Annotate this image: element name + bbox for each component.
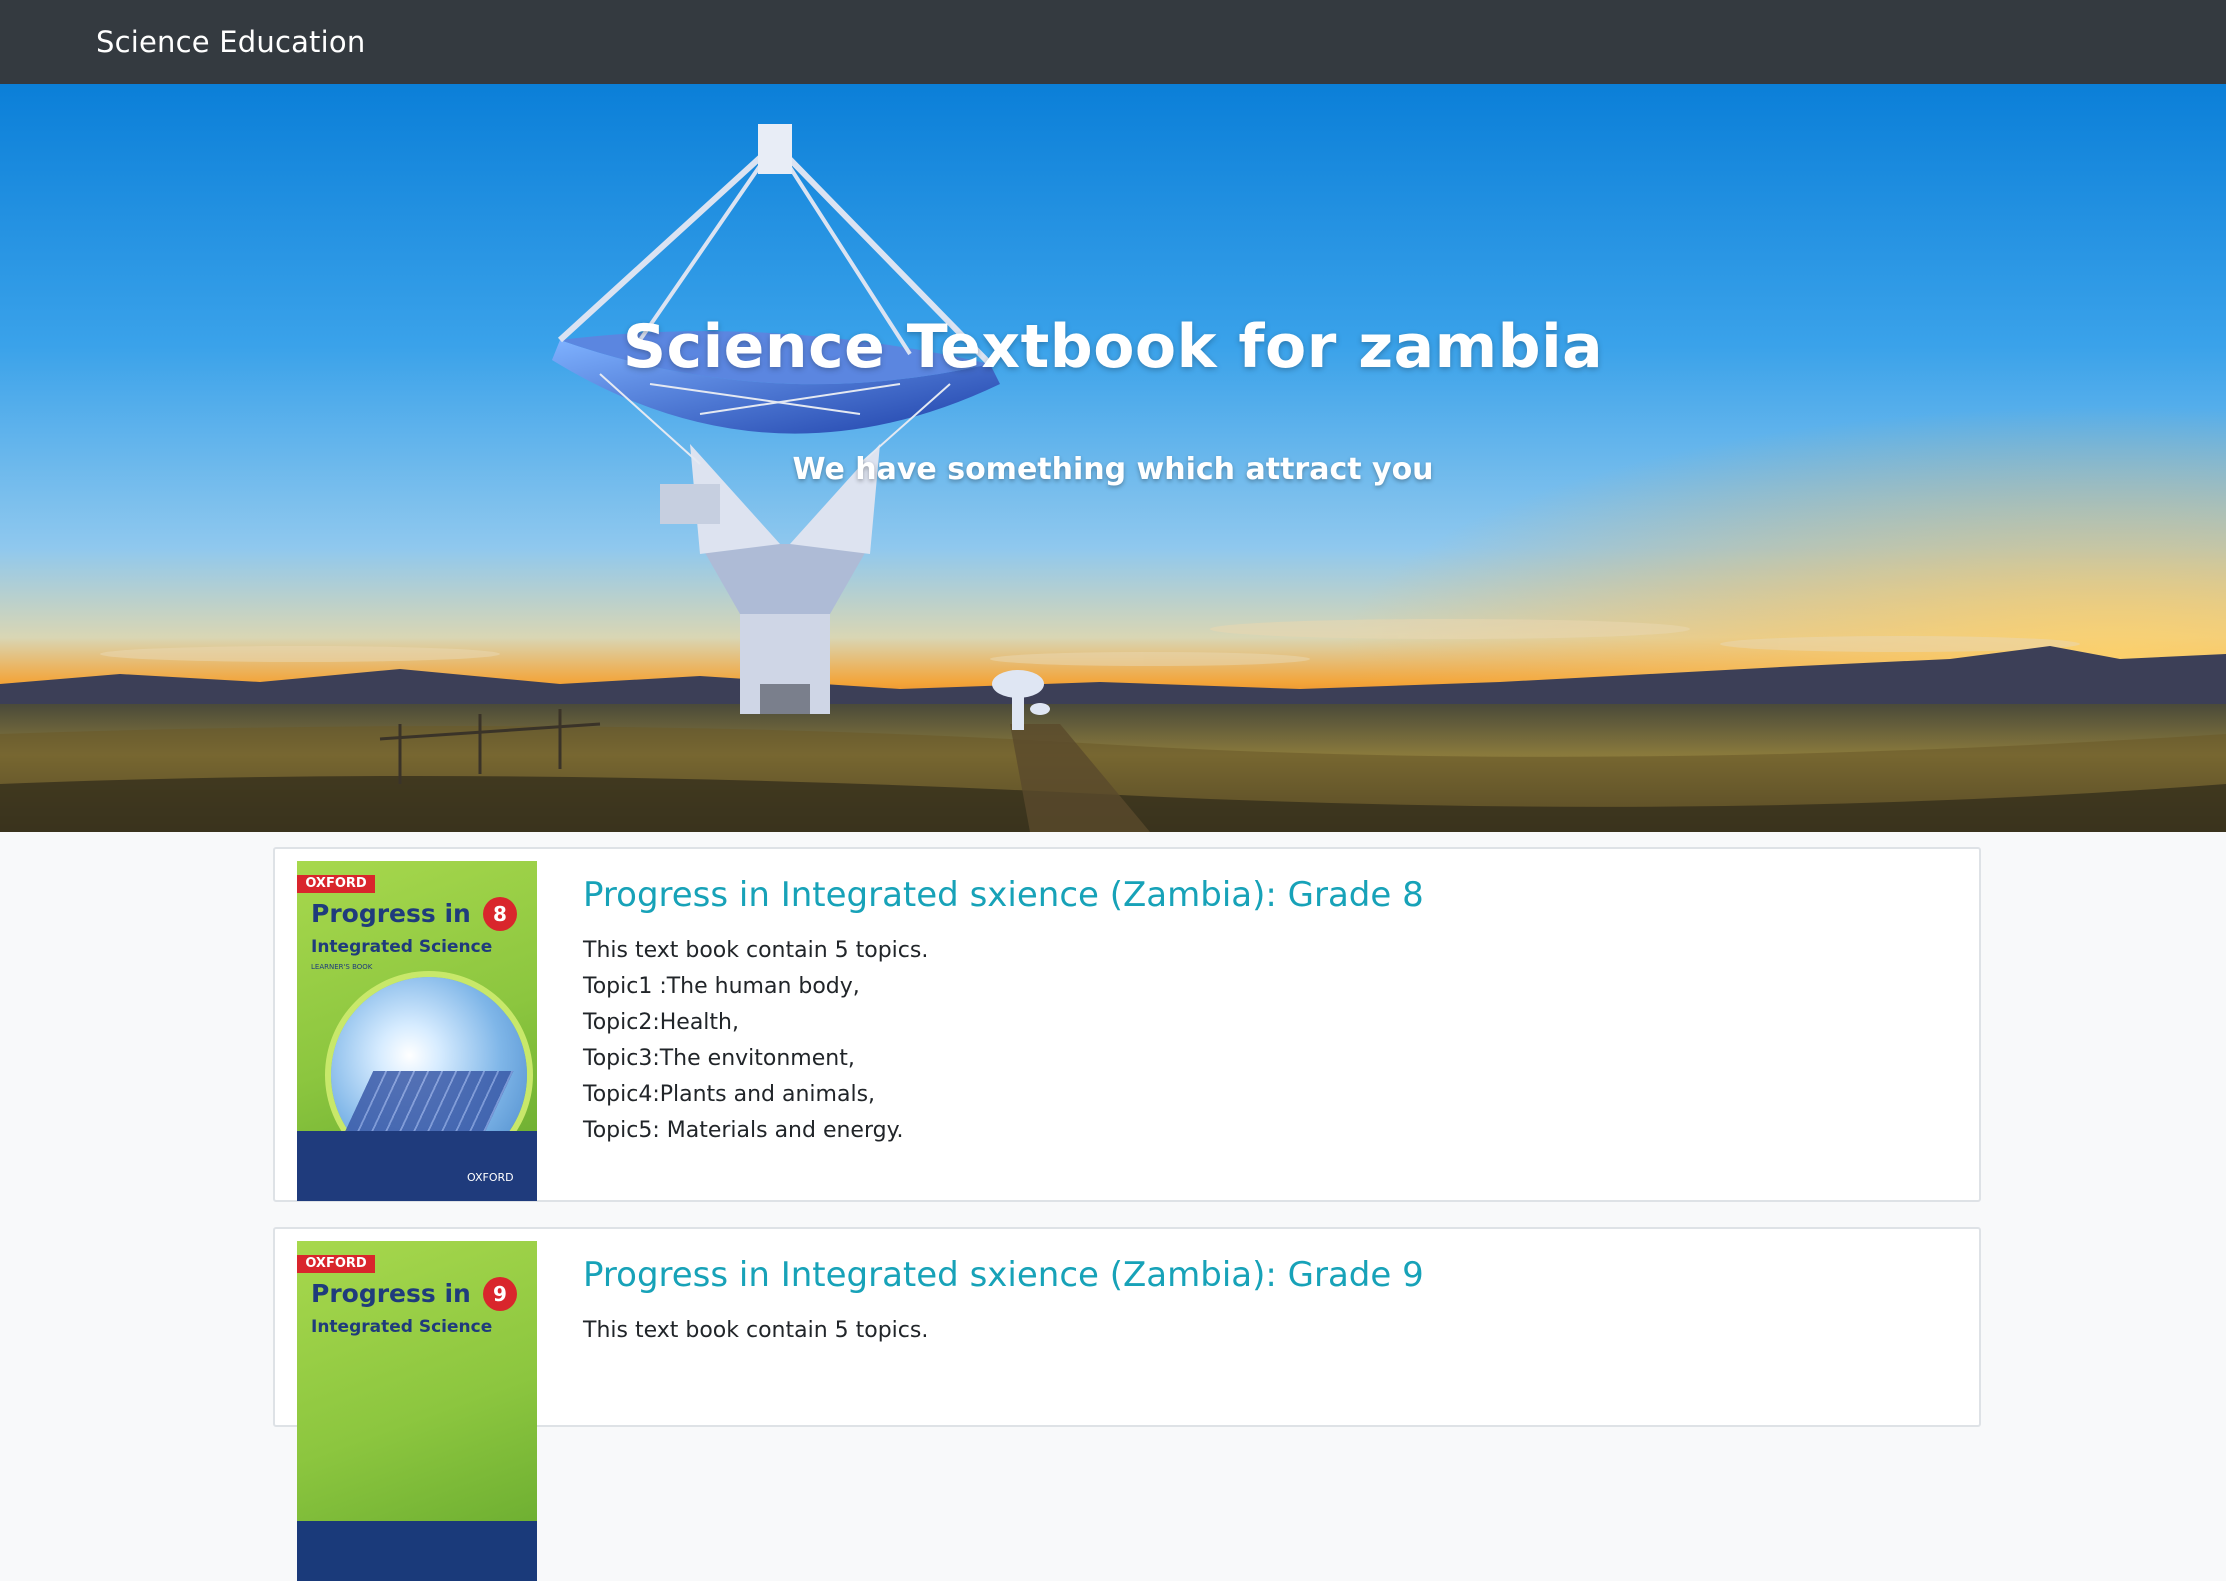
book-topic-line: Topic1 :The human body, bbox=[583, 974, 860, 999]
hero-title: Science Textbook for zambia bbox=[622, 312, 1604, 382]
cover-subject: Integrated Science bbox=[311, 1317, 493, 1337]
cover-series: Progress in bbox=[311, 1279, 471, 1308]
book-title-link[interactable]: Progress in Integrated sxience (Zambia):… bbox=[583, 1255, 1424, 1295]
book-cover-image[interactable]: OXFORD Progress in 9 Integrated Science bbox=[297, 1241, 537, 1581]
book-card: OXFORD Progress in 9 Integrated Science … bbox=[273, 1227, 1981, 1581]
book-cover-image[interactable]: OXFORD Progress in 8 Integrated Science … bbox=[297, 861, 537, 1201]
cover-series: Progress in bbox=[311, 899, 471, 928]
book-topic-line: Topic5: Materials and energy. bbox=[583, 1118, 904, 1143]
cover-publisher: OXFORD bbox=[297, 1255, 375, 1273]
book-description-line: This text book contain 5 topics. bbox=[583, 1318, 929, 1343]
book-card: OXFORD Progress in 8 Integrated Science … bbox=[273, 847, 1981, 1202]
hero-subtitle: We have something which attract you bbox=[792, 452, 1434, 487]
book-card-body: Progress in Integrated sxience (Zambia):… bbox=[583, 875, 1424, 1149]
book-card-body: Progress in Integrated sxience (Zambia):… bbox=[583, 1255, 1424, 1349]
top-navbar: Science Education bbox=[0, 0, 2226, 84]
book-description-line: This text book contain 5 topics. bbox=[583, 938, 929, 963]
book-topic-line: Topic4:Plants and animals, bbox=[583, 1082, 876, 1107]
book-topic-line: Topic3:The envitonment, bbox=[583, 1046, 855, 1071]
cover-subject: Integrated Science bbox=[311, 937, 493, 957]
book-title-link[interactable]: Progress in Integrated sxience (Zambia):… bbox=[583, 875, 1424, 915]
cover-grade: 8 bbox=[483, 897, 517, 931]
cover-grade: 9 bbox=[483, 1277, 517, 1311]
cover-publisher: OXFORD bbox=[297, 875, 375, 893]
hero-banner: Science Textbook for zambia We have some… bbox=[0, 84, 2226, 832]
cover-footer-publisher: OXFORD bbox=[467, 1171, 514, 1184]
cover-label: LEARNER'S BOOK bbox=[311, 963, 373, 971]
brand-link[interactable]: Science Education bbox=[96, 25, 365, 59]
book-topic-line: Topic2:Health, bbox=[583, 1010, 739, 1035]
